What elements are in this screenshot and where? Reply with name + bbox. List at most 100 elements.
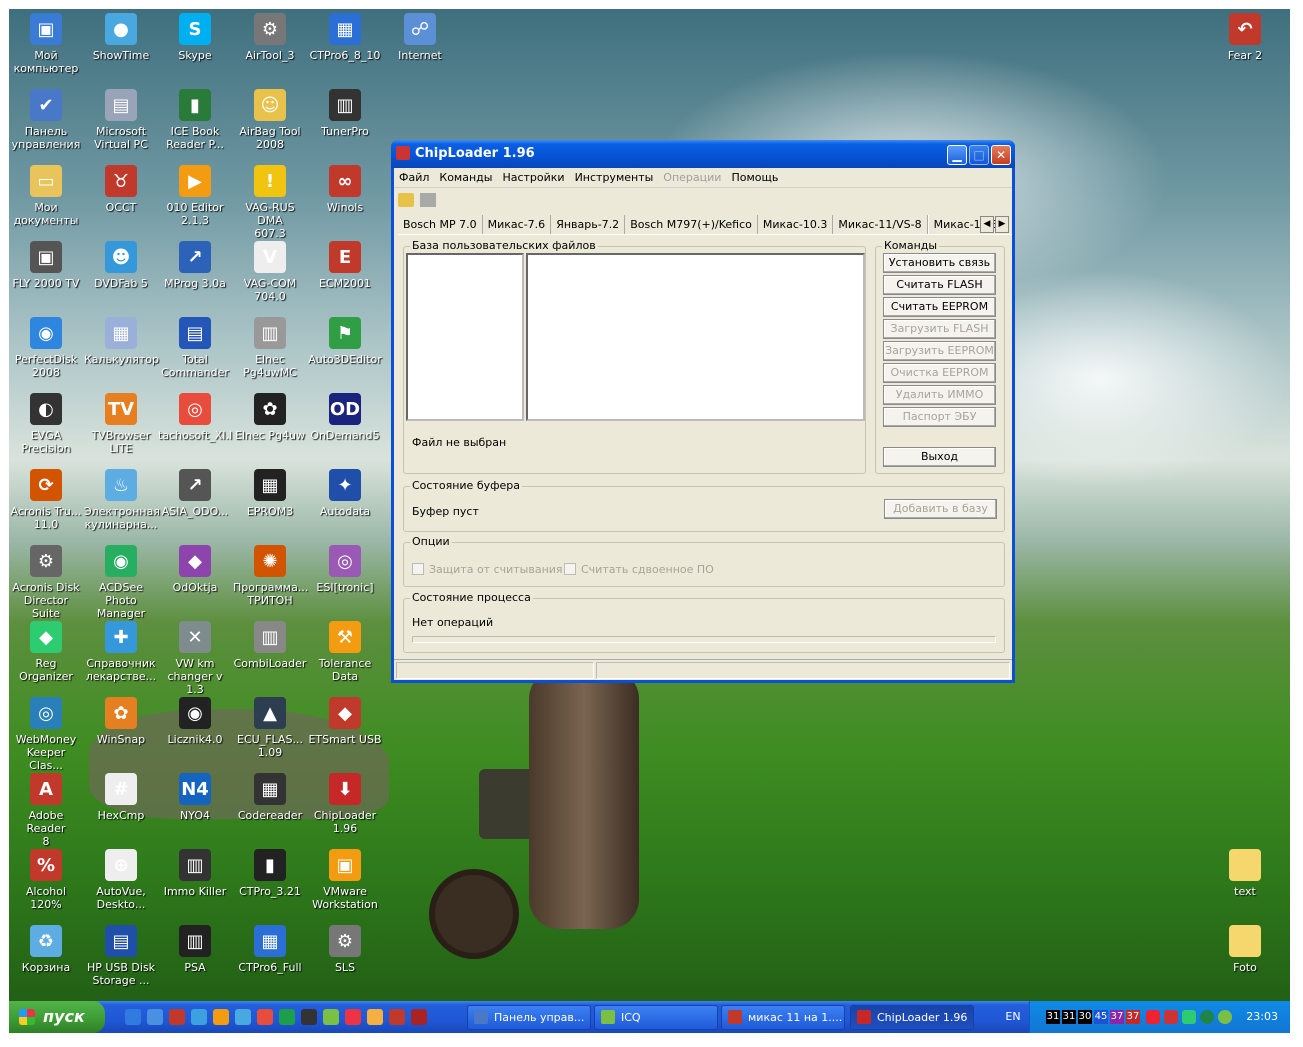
quicklaunch-icon[interactable] — [301, 1009, 317, 1025]
window-titlebar[interactable]: ChipLoader 1.96 ▁ □ ✕ — [391, 140, 1015, 168]
desktop-icon-immo-killer[interactable]: ▥ Immo Killer — [158, 849, 232, 898]
desktop-icon-eprom3[interactable]: ▦ EPROM3 — [233, 469, 307, 518]
taskbar-button[interactable]: ICQ — [594, 1005, 718, 1030]
desktop-icon-vag-rus[interactable]: ! VAG-RUS DMA 607.3 — [233, 165, 307, 240]
menu-item[interactable]: Помощь — [726, 168, 783, 188]
desktop-icon-occt[interactable]: ♉ OCCT — [84, 165, 158, 214]
quicklaunch-icon[interactable] — [367, 1009, 383, 1025]
tray-icon[interactable] — [1164, 1010, 1178, 1024]
desktop-icon-my-computer[interactable]: ▣ Мой компьютер — [9, 13, 83, 75]
close-button[interactable]: ✕ — [991, 145, 1011, 165]
quicklaunch-icon[interactable] — [147, 1009, 163, 1025]
desktop-icon-webmoney[interactable]: ◎ WebMoney Keeper Clas... — [9, 697, 83, 772]
desktop-icon-ecu-flash[interactable]: ▲ ECU_FLAS... 1.09 — [233, 697, 307, 759]
desktop-icon-showtime[interactable]: ● ShowTime — [84, 13, 158, 62]
desktop-icon-triton[interactable]: ✺ Программа... ТРИТОН — [233, 545, 308, 607]
desktop-icon-text-folder[interactable]: text — [1208, 849, 1282, 898]
desktop-icon-foto-folder[interactable]: Foto — [1208, 925, 1282, 974]
command-button[interactable]: Удалить ИММО — [883, 385, 996, 405]
show-desktop-icon[interactable] — [235, 1009, 251, 1025]
taskbar-button[interactable]: микас 11 на 1.... — [721, 1005, 845, 1030]
command-button[interactable]: Установить связь — [883, 253, 996, 273]
desktop-icon-esitronic[interactable]: ◎ ESI[tronic] — [308, 545, 382, 594]
desktop-icon-odoktja[interactable]: ◆ OdOktja — [158, 545, 232, 594]
desktop-icon-tolerance-data[interactable]: ⚒ Tolerance Data — [308, 621, 382, 683]
desktop-icon-cookbook[interactable]: ♨ Электронная кулинарна... — [84, 469, 160, 531]
icq-tray-icon[interactable] — [1218, 1010, 1232, 1024]
desktop-icon-evga-precision[interactable]: ◐ EVGA Precision — [9, 393, 83, 455]
desktop-icon-reg-organizer[interactable]: ◆ Reg Organizer — [9, 621, 83, 683]
desktop-icon-hp-usb[interactable]: ▤ HP USB Disk Storage ... — [84, 925, 158, 987]
desktop-icon-control-panel[interactable]: ✔ Панель управления — [9, 89, 83, 151]
desktop-icon-alcohol[interactable]: % Alcohol 120% — [9, 849, 83, 911]
tab-ecu[interactable]: Микас-7.6 — [483, 215, 552, 234]
desktop-icon-calculator[interactable]: ▦ Калькулятор — [84, 317, 159, 366]
maximize-button[interactable]: □ — [969, 145, 989, 165]
tab-scroll-right-icon[interactable]: ▶ — [995, 216, 1009, 233]
command-button[interactable]: Паспорт ЭБУ — [883, 407, 996, 427]
desktop-icon-fear2[interactable]: ↶ Fear 2 — [1208, 13, 1282, 62]
quicklaunch-icon[interactable] — [191, 1009, 207, 1025]
desktop-icon-autodata[interactable]: ✦ Autodata — [308, 469, 382, 518]
tray-icon[interactable] — [1200, 1010, 1214, 1024]
open-folder-icon[interactable] — [398, 193, 414, 207]
tray-counter[interactable]: 45 — [1094, 1010, 1108, 1024]
desktop-icon-winsnap[interactable]: ✿ WinSnap — [84, 697, 158, 746]
desktop-icon-vag-com[interactable]: V VAG-COM 704.0 — [233, 241, 307, 303]
desktop-icon-fly-tv[interactable]: ▣ FLY 2000 TV — [9, 241, 83, 290]
quicklaunch-icon[interactable] — [257, 1009, 273, 1025]
desktop-icon-sls[interactable]: ⚙ SLS — [308, 925, 382, 974]
command-button[interactable]: Считать EEPROM — [883, 297, 996, 317]
desktop-icon-elnec-mc[interactable]: ▥ Elnec Pg4uwMC — [233, 317, 307, 379]
taskbar-button[interactable]: ChipLoader 1.96 — [850, 1005, 974, 1030]
desktop-icon-licznik[interactable]: ◉ Licznik4.0 — [158, 697, 232, 746]
language-indicator[interactable]: EN — [999, 1001, 1027, 1033]
desktop-icon-acronis-disk[interactable]: ⚙ Acronis Disk Director Suite — [9, 545, 83, 620]
desktop-icon-ctpro6-full[interactable]: ▦ CTPro6_Full — [233, 925, 307, 974]
tray-icon[interactable] — [1182, 1010, 1196, 1024]
desktop-icon-chiploader-desktop[interactable]: ⬇ ChipLoader 1.96 — [308, 773, 382, 835]
tab-ecu[interactable]: Январь-7.2 — [551, 215, 626, 234]
menu-item[interactable]: Инструменты — [570, 168, 659, 188]
read-dual-checkbox[interactable]: Считать сдвоенное ПО — [564, 563, 714, 576]
tray-icon[interactable] — [1146, 1010, 1160, 1024]
desktop-icon-airbag-tool[interactable]: ☺ AirBag Tool 2008 — [233, 89, 307, 151]
desktop-icon-mprog[interactable]: ↗ MProg 3.0a — [158, 241, 232, 290]
command-button[interactable]: Очистка EEPROM — [883, 363, 996, 383]
tray-counter[interactable]: 31 — [1062, 1010, 1076, 1024]
desktop-icon-nyo4[interactable]: N4 NYO4 — [158, 773, 232, 822]
desktop-icon-elnec[interactable]: ✿ Elnec Pg4uw — [233, 393, 307, 442]
add-to-base-button[interactable]: Добавить в базу — [884, 499, 997, 519]
menu-item[interactable]: Файл — [394, 168, 434, 188]
desktop-icon-vw-km-changer[interactable]: ✕ VW km changer v 1.3 — [158, 621, 232, 696]
desktop-icon-ice-book[interactable]: ▮ ICE Book Reader P... — [158, 89, 232, 151]
command-button[interactable]: Загрузить EEPROM — [883, 341, 996, 361]
desktop-icon-etsmart-usb[interactable]: ◆ ETSmart USB — [308, 697, 382, 746]
desktop-icon-dvdfab[interactable]: ☻ DVDFab 5 — [84, 241, 158, 290]
desktop-icon-ctpro321[interactable]: ▮ CTPro_3.21 — [233, 849, 307, 898]
tab-ecu[interactable]: Bosch MP 7.0 — [398, 215, 483, 234]
desktop-icon-vmware[interactable]: ▣ VMware Workstation — [308, 849, 382, 911]
quicklaunch-icon[interactable] — [279, 1009, 295, 1025]
desktop-icon-asia-odo[interactable]: ↗ ASIA_ODO... — [158, 469, 232, 518]
tab-scroll-left-icon[interactable]: ◀ — [980, 216, 994, 233]
file-list[interactable] — [526, 253, 865, 421]
desktop-icon-internet[interactable]: ☍ Internet — [383, 13, 457, 62]
minimize-button[interactable]: ▁ — [947, 145, 967, 165]
desktop-icon-skype[interactable]: S Skype — [158, 13, 232, 62]
menu-item[interactable]: Команды — [434, 168, 497, 188]
command-button[interactable]: Загрузить FLASH — [883, 319, 996, 339]
desktop-icon-perfectdisk[interactable]: ◉ PerfectDisk 2008 — [9, 317, 83, 379]
desktop-icon-autovue[interactable]: ⊕ AutoVue, Deskto... — [84, 849, 158, 911]
command-button[interactable]: Считать FLASH — [883, 275, 996, 295]
desktop-icon-tachosoft[interactable]: ◎ tachosoft_XI.I — [158, 393, 232, 442]
desktop-icon-drug-reference[interactable]: ✚ Справочник лекарстве... — [84, 621, 158, 683]
desktop-icon-ctpro[interactable]: ▦ CTPro6_8_10 — [308, 13, 382, 62]
quicklaunch-icon[interactable] — [213, 1009, 229, 1025]
desktop-icon-acronis-true-image[interactable]: ⟳ Acronis Tru... 11.0 — [9, 469, 83, 531]
tray-counter[interactable]: 37 — [1126, 1010, 1140, 1024]
taskbar-button[interactable]: Панель управ... — [467, 1005, 591, 1030]
chiploader-window[interactable]: ChipLoader 1.96 ▁ □ ✕ Файл Команды Настрой… — [391, 140, 1015, 683]
desktop-icon-recycle-bin[interactable]: ♻ Корзина — [9, 925, 83, 974]
desktop-icon-tvbrowser[interactable]: TV TVBrowser LITE — [84, 393, 158, 455]
